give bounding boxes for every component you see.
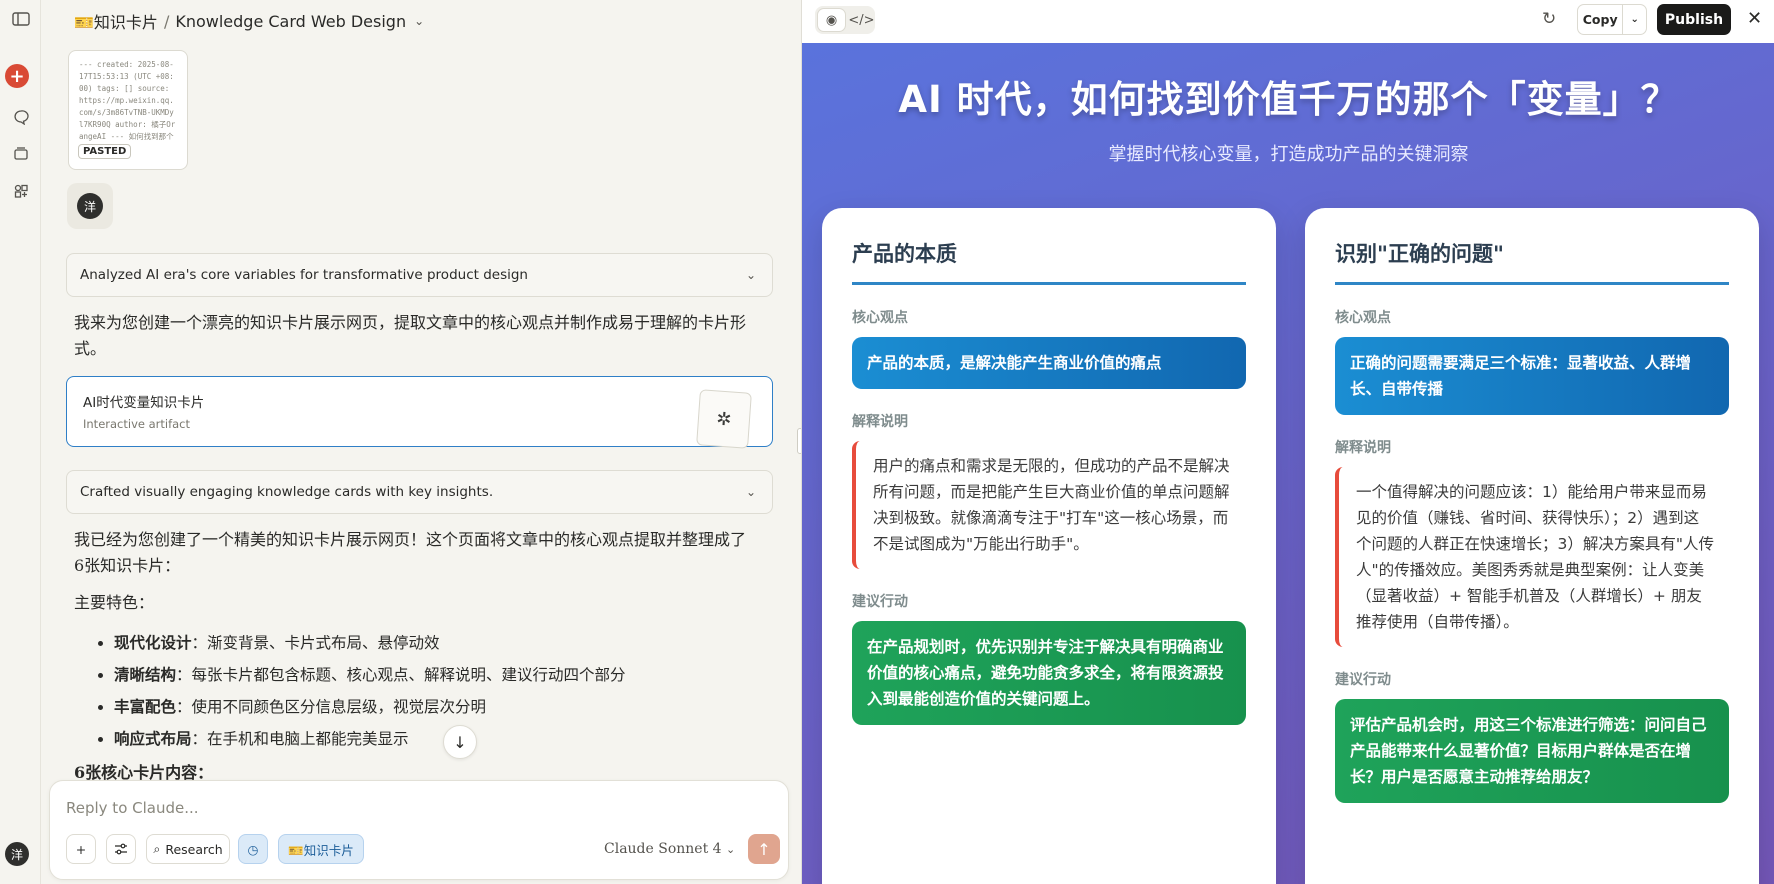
artifact-title: AI时代变量知识卡片 bbox=[83, 395, 205, 411]
chevron-down-icon[interactable]: ⌄ bbox=[414, 14, 424, 28]
artifact-subtitle: Interactive artifact bbox=[83, 417, 191, 431]
scroll-down-button[interactable]: ↓ bbox=[443, 725, 477, 759]
watermark: 掘金技术社区 @ 悟鸣 bbox=[1514, 835, 1737, 860]
plus-icon: + bbox=[75, 841, 87, 857]
chevron-down-icon: ⌄ bbox=[726, 843, 736, 856]
pasted-preview-text: --- created: 2025-08-17T15:53:13 (UTC +0… bbox=[79, 60, 176, 153]
preview-eye-icon[interactable]: ◉ bbox=[817, 8, 846, 32]
thinking-summary-1[interactable]: Analyzed AI era's core variables for tra… bbox=[66, 253, 773, 297]
core-label: 核心观点 bbox=[1335, 310, 1391, 326]
add-attachment-button[interactable]: + bbox=[66, 834, 96, 864]
pasted-tag: PASTED bbox=[78, 144, 132, 159]
thinking-summary-text: Crafted visually engaging knowledge card… bbox=[80, 484, 494, 500]
user-message-avatar: 洋 bbox=[67, 183, 113, 229]
chevron-down-icon[interactable]: ⌄ bbox=[746, 485, 756, 499]
card-title: 产品的本质 bbox=[852, 238, 1246, 285]
explanation-text: 用户的痛点和需求是无限的，但成功的产品不是解决所有问题，而是把能产生巨大商业价值… bbox=[852, 441, 1246, 569]
breadcrumb-separator: / bbox=[163, 11, 170, 31]
chevron-down-icon[interactable]: ⌄ bbox=[1623, 5, 1646, 34]
tools-button[interactable] bbox=[106, 834, 136, 864]
explanation-text: 一个值得解决的问题应该：1）能给用户带来显而易见的价值（赚钱、省时间、获得快乐）… bbox=[1335, 467, 1729, 647]
thinking-summary-2[interactable]: Crafted visually engaging knowledge card… bbox=[66, 470, 773, 514]
action-text: 评估产品机会时，用这三个标准进行筛选：问问自己产品能带来什么显著价值？目标用户群… bbox=[1335, 699, 1729, 803]
copy-button[interactable]: Copy ⌄ bbox=[1577, 4, 1647, 35]
code-icon[interactable]: </> bbox=[848, 6, 875, 34]
artifact-card[interactable]: AI时代变量知识卡片 Interactive artifact ✲ bbox=[66, 376, 773, 449]
action-text: 在产品规划时，优先识别并专注于解决具有明确商业价值的核心痛点，避免功能贪多求全，… bbox=[852, 621, 1246, 725]
new-chat-button[interactable]: + bbox=[5, 64, 29, 88]
pasted-attachment[interactable]: --- created: 2025-08-17T15:53:13 (UTC +0… bbox=[68, 50, 188, 170]
knowledge-card: 识别"正确的问题" 核心观点 正确的问题需要满足三个标准：显著收益、人群增长、自… bbox=[1305, 208, 1759, 884]
project-chip[interactable]: 🎫知识卡片 bbox=[278, 834, 364, 864]
done-line: 6张知识卡片： bbox=[74, 556, 181, 575]
view-toggle[interactable]: ◉ </> bbox=[815, 6, 875, 34]
page-title: AI 时代，如何找到价值千万的那个「变量」？ bbox=[898, 78, 1679, 121]
projects-icon[interactable] bbox=[8, 141, 34, 167]
knowledge-card: 产品的本质 核心观点 产品的本质，是解决能产生商业价值的痛点 解释说明 用户的痛… bbox=[822, 208, 1276, 884]
search-icon: ⌕ bbox=[153, 841, 161, 856]
preview-canvas: AI 时代，如何找到价值千万的那个「变量」？ 掌握时代核心变量，打造成功产品的关… bbox=[802, 43, 1774, 884]
page-subtitle: 掌握时代核心变量，打造成功产品的关键洞察 bbox=[1108, 144, 1469, 165]
model-label: Claude Sonnet 4 bbox=[604, 841, 722, 857]
explanation-label: 解释说明 bbox=[852, 414, 908, 430]
research-button[interactable]: ⌕ Research bbox=[146, 834, 230, 864]
action-label: 建议行动 bbox=[1335, 672, 1391, 688]
publish-button[interactable]: Publish bbox=[1657, 4, 1731, 35]
list-item: 丰富配色：使用不同颜色区分信息层级，视觉层次分明 bbox=[114, 691, 626, 723]
composer: Reply to Claude... + ⌕ Research ◷ 🎫知识卡片 … bbox=[49, 780, 789, 880]
refresh-icon[interactable]: ↻ bbox=[1542, 9, 1556, 29]
breadcrumb-project[interactable]: 🎫知识卡片 bbox=[74, 9, 158, 33]
send-button[interactable]: ↑ bbox=[748, 834, 780, 864]
assistant-done: 我已经为您创建了一个精美的知识卡片展示网页！这个页面将文章中的核心观点提取并整理… bbox=[74, 527, 746, 579]
chat-panel: 🎫知识卡片 / Knowledge Card Web Design ⌄ --- … bbox=[41, 0, 801, 884]
thinking-summary-text: Analyzed AI era's core variables for tra… bbox=[80, 267, 528, 283]
model-selector[interactable]: Claude Sonnet 4 ⌄ bbox=[604, 841, 735, 857]
core-point: 正确的问题需要满足三个标准：显著收益、人群增长、自带传播 bbox=[1335, 337, 1729, 415]
list-item: 响应式布局：在手机和电脑上都能完美显示 bbox=[114, 723, 626, 755]
intro-line: 式。 bbox=[74, 339, 107, 358]
artifact-preview-panel: ◉ </> ↻ Copy ⌄ Publish ✕ AI 时代，如何找到价值千万的… bbox=[801, 0, 1774, 884]
assistant-intro: 我来为您创建一个漂亮的知识卡片展示网页，提取文章中的核心观点并制作成易于理解的卡… bbox=[74, 310, 746, 362]
chevron-down-icon[interactable]: ⌄ bbox=[746, 268, 756, 282]
copy-label[interactable]: Copy bbox=[1578, 5, 1624, 34]
sliders-icon bbox=[115, 843, 127, 855]
arrow-up-icon: ↑ bbox=[757, 839, 771, 859]
left-rail: + 洋 bbox=[0, 0, 41, 884]
conversation-title[interactable]: Knowledge Card Web Design bbox=[175, 12, 406, 31]
core-label: 核心观点 bbox=[852, 310, 908, 326]
chats-icon[interactable] bbox=[8, 104, 34, 130]
reply-input[interactable]: Reply to Claude... bbox=[66, 799, 199, 817]
artifacts-icon[interactable] bbox=[8, 178, 34, 204]
list-item: 清晰结构：每张卡片都包含标题、核心观点、解释说明、建议行动四个部分 bbox=[114, 659, 626, 691]
project-chip-label: 🎫知识卡片 bbox=[288, 842, 354, 858]
user-avatar[interactable]: 洋 bbox=[5, 842, 29, 866]
done-line: 我已经为您创建了一个精美的知识卡片展示网页！这个页面将文章中的核心观点提取并整理… bbox=[74, 530, 747, 549]
explanation-label: 解释说明 bbox=[1335, 440, 1391, 456]
core-point: 产品的本质，是解决能产生商业价值的痛点 bbox=[852, 337, 1246, 389]
clock-icon: ◷ bbox=[247, 841, 259, 857]
breadcrumb[interactable]: 🎫知识卡片 / Knowledge Card Web Design ⌄ bbox=[74, 9, 424, 33]
card-title: 识别"正确的问题" bbox=[1335, 238, 1729, 285]
research-label: Research bbox=[165, 841, 223, 857]
features-list: 现代化设计：渐变背景、卡片式布局、悬停动效 清晰结构：每张卡片都包含标题、核心观… bbox=[94, 627, 626, 755]
user-initial: 洋 bbox=[77, 193, 103, 219]
intro-line: 我来为您创建一个漂亮的知识卡片展示网页，提取文章中的核心观点并制作成易于理解的卡… bbox=[74, 313, 747, 332]
sidebar-toggle-icon[interactable] bbox=[8, 6, 34, 32]
extended-thinking-button[interactable]: ◷ bbox=[238, 834, 268, 864]
action-label: 建议行动 bbox=[852, 594, 908, 610]
features-heading: 主要特色： bbox=[74, 593, 155, 612]
preview-toolbar: ◉ </> ↻ Copy ⌄ Publish ✕ bbox=[802, 0, 1774, 43]
list-item: 现代化设计：渐变背景、卡片式布局、悬停动效 bbox=[114, 627, 626, 659]
close-icon[interactable]: ✕ bbox=[1747, 8, 1762, 29]
artifact-thumbnail-icon: ✲ bbox=[696, 389, 752, 449]
